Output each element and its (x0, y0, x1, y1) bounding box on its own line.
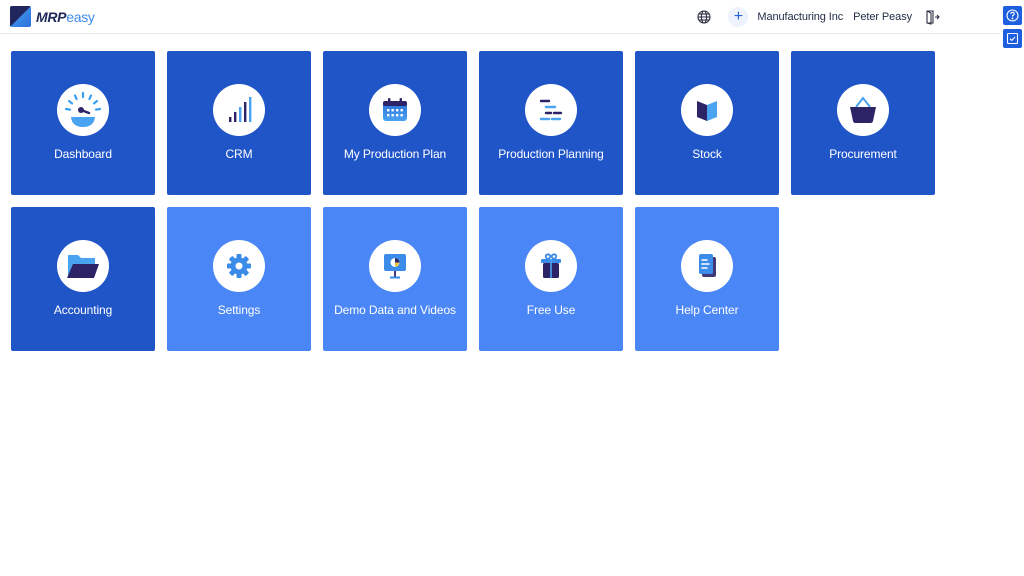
tile-label: Dashboard (54, 147, 112, 161)
logo[interactable]: MRPeasy (10, 6, 95, 27)
tile-label: Procurement (829, 147, 897, 161)
tile-label: My Production Plan (343, 147, 447, 161)
tile-settings[interactable]: Settings (167, 207, 311, 351)
module-grid: Dashboard CRM My Production Plan Product… (11, 51, 935, 351)
plus-icon: + (733, 8, 744, 25)
tile-label: Free Use (526, 303, 576, 317)
tile-accounting[interactable]: Accounting (11, 207, 155, 351)
calendar-icon (383, 98, 407, 121)
bar-chart-icon (229, 97, 252, 122)
tile-label: Help Center (675, 303, 739, 317)
logo-mark-icon (10, 6, 31, 27)
box-icon (697, 101, 717, 121)
logo-text-light: easy (66, 8, 95, 25)
tile-label: Demo Data and Videos (334, 303, 456, 317)
tile-help-center[interactable]: Help Center (635, 207, 779, 351)
document-icon (699, 254, 716, 277)
globe-icon[interactable] (694, 7, 714, 27)
gift-icon (541, 253, 561, 278)
checklist-icon (1006, 32, 1019, 45)
basket-icon (850, 96, 876, 123)
help-button[interactable] (1003, 6, 1022, 25)
tile-label: CRM (225, 147, 253, 161)
tile-crm[interactable]: CRM (167, 51, 311, 195)
tile-demo-data-and-videos[interactable]: Demo Data and Videos (323, 207, 467, 351)
tile-label: Production Planning (498, 147, 604, 161)
gauge-icon (64, 91, 102, 127)
presentation-icon (384, 254, 406, 279)
tile-free-use[interactable]: Free Use (479, 207, 623, 351)
company-name[interactable]: Manufacturing Inc (757, 11, 843, 23)
top-bar: MRPeasy + Manufacturing Inc Peter Peasy (0, 0, 1000, 34)
tile-stock[interactable]: Stock (635, 51, 779, 195)
tile-my-production-plan[interactable]: My Production Plan (323, 51, 467, 195)
logout-icon[interactable] (922, 7, 942, 27)
logo-text-bold: MRP (36, 8, 67, 25)
user-name[interactable]: Peter Peasy (853, 11, 912, 23)
tile-label: Accounting (53, 303, 113, 317)
gear-icon (227, 254, 251, 278)
tile-dashboard[interactable]: Dashboard (11, 51, 155, 195)
tile-procurement[interactable]: Procurement (791, 51, 935, 195)
tile-label: Settings (217, 303, 261, 317)
side-buttons (1003, 6, 1022, 52)
checklist-button[interactable] (1003, 29, 1022, 48)
gantt-icon (539, 99, 563, 121)
add-button[interactable]: + (728, 7, 749, 27)
help-icon (1006, 9, 1019, 22)
folder-icon (67, 255, 99, 278)
tile-production-planning[interactable]: Production Planning (479, 51, 623, 195)
tile-label: Stock (692, 147, 722, 161)
